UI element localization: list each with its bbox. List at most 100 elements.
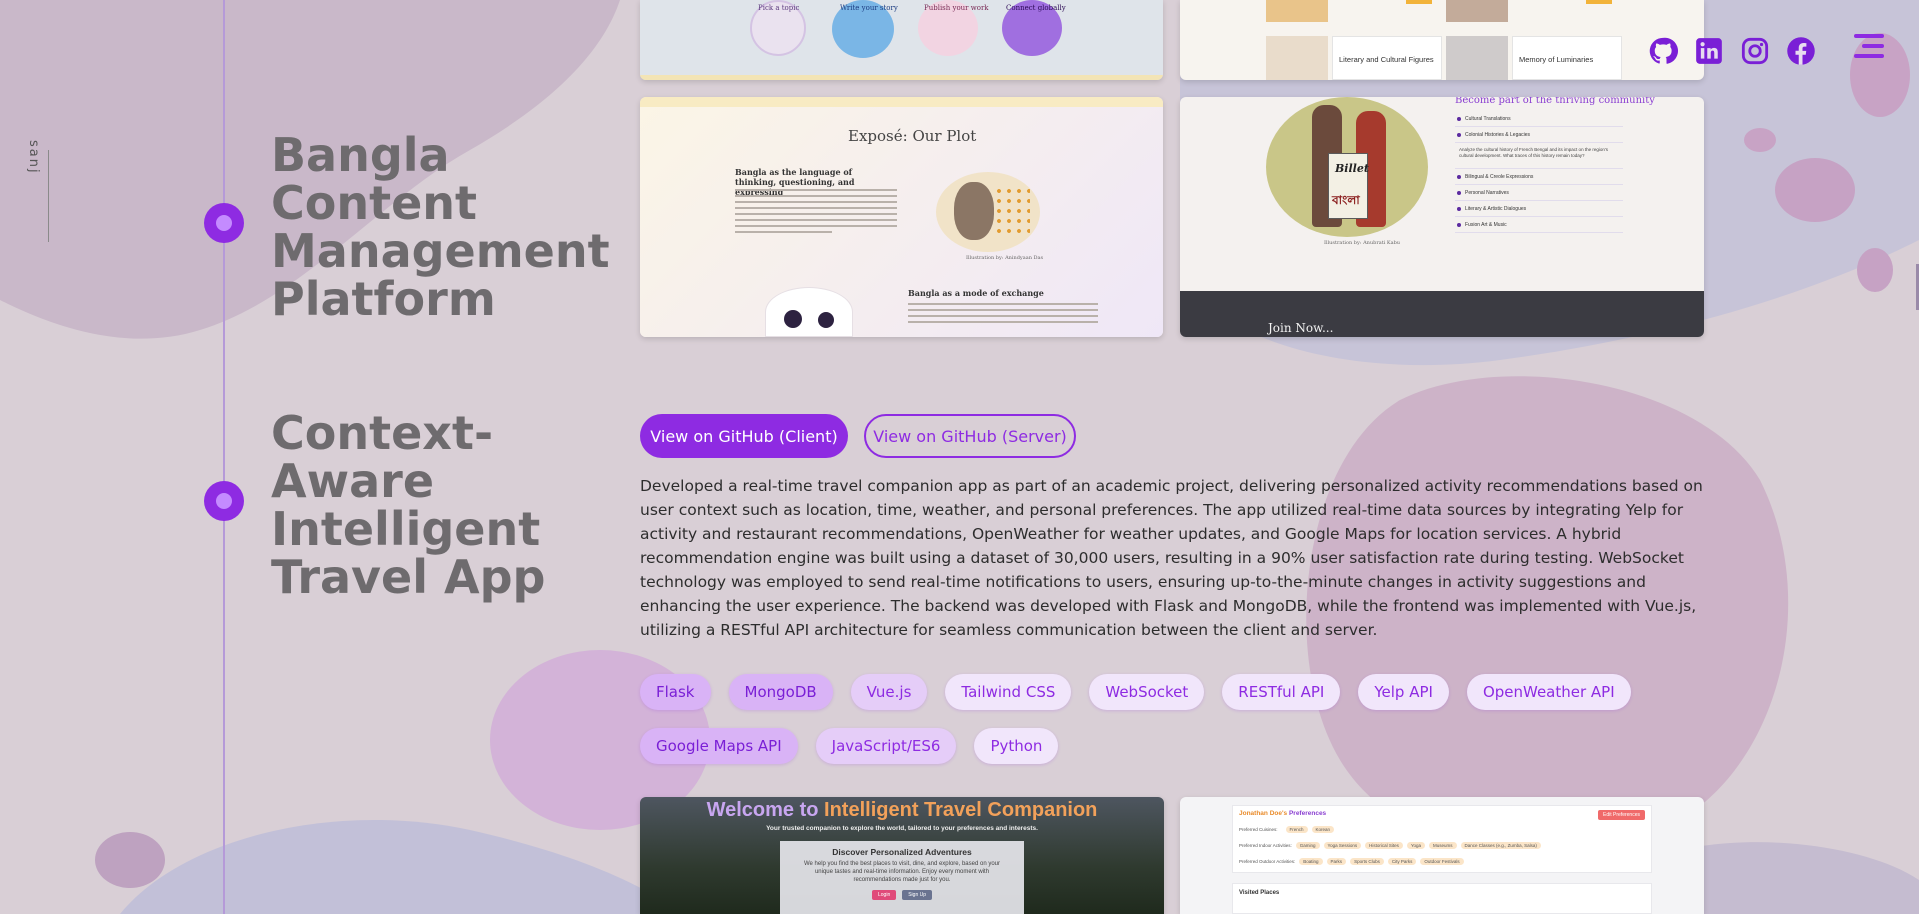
- accordion-item-label: Fusion Art & Music: [1465, 222, 1507, 228]
- screenshot-figures[interactable]: Literary and Cultural Figures Memory of …: [1180, 0, 1704, 80]
- pref-row: Preferred Cuisines: French Korean: [1239, 826, 1335, 833]
- tech-tag: Python: [974, 728, 1059, 764]
- menu-bar: [1854, 54, 1884, 58]
- text-line: [735, 225, 897, 227]
- timeline-line: [223, 0, 225, 914]
- preferences-card: Jonathan Doe's Preferences Edit Preferen…: [1232, 805, 1652, 873]
- accordion-item-label: Literary & Artistic Dialogues: [1465, 206, 1527, 212]
- preferences-owner: Jonathan Doe's: [1239, 810, 1288, 817]
- text-line: [908, 315, 1098, 317]
- logo-divider: [48, 150, 49, 242]
- visited-places-card: Visited Places: [1232, 883, 1652, 914]
- vertical-logo[interactable]: sanj: [26, 140, 41, 175]
- join-banner[interactable]: Join Now...: [1180, 291, 1704, 337]
- screenshot-expose[interactable]: Exposé: Our Plot Bangla as the language …: [640, 97, 1163, 337]
- pref-chip: Boating: [1299, 858, 1323, 865]
- edit-preferences-button[interactable]: Edit Preferences: [1598, 810, 1645, 820]
- linkedin-icon[interactable]: [1694, 36, 1724, 66]
- github-server-button[interactable]: View on GitHub (Server): [864, 414, 1076, 458]
- facebook-icon[interactable]: [1786, 36, 1816, 66]
- tech-tag: Flask: [640, 674, 711, 710]
- pref-chip: Dance Classes (e.g., Zumba, Salsa): [1460, 842, 1541, 849]
- step-label: Publish your work: [924, 4, 989, 12]
- screenshot-community[interactable]: Billet বাংলা Illustration by: Anubrati K…: [1180, 97, 1704, 337]
- card-top-border: [640, 97, 1163, 107]
- figure-thumb: [1446, 0, 1508, 22]
- preferences-label: Preferences: [1288, 810, 1327, 817]
- pref-chip: City Parks: [1387, 858, 1417, 865]
- welcome-subtitle: Your trusted companion to explore the wo…: [766, 825, 1038, 832]
- figure-card-title: Memory of Luminaries: [1519, 55, 1594, 64]
- accordion-item[interactable]: Literary & Artistic Dialogues: [1455, 201, 1623, 217]
- step-label: Write your story: [840, 4, 898, 12]
- text-line: [735, 201, 897, 203]
- bullet-icon: [1457, 223, 1461, 227]
- community-heading: Become part of the thriving community: [1455, 97, 1655, 106]
- accordion-item-label: Personal Narratives: [1465, 190, 1509, 196]
- screenshot-welcome[interactable]: Welcome to Intelligent Travel Companion …: [640, 797, 1164, 914]
- signup-button[interactable]: Sign Up: [902, 890, 933, 900]
- pref-row-label: Preferred Indoor Activities:: [1239, 843, 1292, 848]
- tech-tag: JavaScript/ES6: [815, 728, 957, 764]
- tech-tag: RESTful API: [1222, 674, 1341, 710]
- tech-tag: Yelp API: [1358, 674, 1449, 710]
- word-cloud-illustration: [765, 287, 853, 337]
- accordion-item[interactable]: Personal Narratives: [1455, 185, 1623, 201]
- bullet-icon: [1457, 207, 1461, 211]
- tech-tag: OpenWeather API: [1466, 674, 1631, 710]
- instagram-icon[interactable]: [1740, 36, 1770, 66]
- billet-bangla-text: বাংলা: [1332, 193, 1360, 207]
- welcome-heading: Welcome to Intelligent Travel Companion: [640, 799, 1164, 822]
- timeline-dot: [204, 203, 244, 243]
- pref-chip: Historical Sites: [1365, 842, 1403, 849]
- text-line: [908, 303, 1098, 305]
- figure-head: [818, 312, 834, 328]
- project-description: Developed a real-time travel companion a…: [640, 477, 1703, 639]
- auth-buttons: Login Sign Up: [780, 890, 1024, 900]
- discover-text: We help you find the best places to visi…: [803, 861, 1000, 883]
- tech-tag: MongoDB: [728, 674, 833, 710]
- accordion-content: Analyze the cultural history of French B…: [1455, 143, 1623, 169]
- github-client-button[interactable]: View on GitHub (Client): [640, 414, 848, 458]
- tech-tag: Vue.js: [850, 674, 928, 710]
- pref-row-label: Preferred Cuisines:: [1239, 827, 1278, 832]
- bullet-icon: [1457, 117, 1461, 121]
- pref-row: Preferred Outdoor Activities: Boating Pa…: [1239, 858, 1464, 865]
- screenshot-preferences[interactable]: Jonathan Doe's Preferences Edit Preferen…: [1180, 797, 1704, 914]
- pref-chip: Gaming: [1295, 842, 1320, 849]
- figure-card: Memory of Luminaries: [1512, 36, 1622, 80]
- figure-card: Literary and Cultural Figures: [1332, 36, 1442, 80]
- figure-thumb: [1266, 0, 1328, 22]
- login-button[interactable]: Login: [871, 890, 897, 900]
- tech-tag: Google Maps API: [640, 728, 798, 764]
- accordion-item[interactable]: Bilingual & Creole Expressions: [1455, 169, 1623, 185]
- screenshot-steps[interactable]: Pick a topic Write your story Publish yo…: [640, 0, 1163, 80]
- accordion-item-label: Colonial Histories & Legacies: [1465, 132, 1531, 138]
- text-line: [908, 309, 1098, 311]
- billet-text: Billet: [1335, 162, 1369, 175]
- menu-bar: [1862, 44, 1884, 48]
- figure-thumb: [1266, 36, 1328, 80]
- portrait-shape: [954, 182, 994, 240]
- accordion-item[interactable]: Cultural Translations: [1455, 111, 1623, 127]
- pref-chip: Korean: [1311, 826, 1335, 833]
- accordion-item[interactable]: Fusion Art & Music: [1455, 217, 1623, 233]
- welcome-prefix: Welcome to: [706, 799, 819, 821]
- figure-tag: [1586, 0, 1612, 4]
- accordion-item[interactable]: Colonial Histories & Legacies: [1455, 127, 1623, 143]
- bullet-icon: [1457, 191, 1461, 195]
- preferences-title: Jonathan Doe's Preferences: [1239, 810, 1326, 817]
- expose-text-block: [908, 303, 1098, 333]
- pref-chip: French: [1285, 826, 1308, 833]
- figure-card-title: Literary and Cultural Figures: [1339, 55, 1434, 64]
- text-line: [735, 207, 897, 209]
- tech-tag: WebSocket: [1089, 674, 1205, 710]
- join-text: Join Now...: [1268, 321, 1334, 335]
- pref-chip: Parks: [1326, 858, 1347, 865]
- hamburger-menu-button[interactable]: [1854, 34, 1884, 62]
- billet-illustration: Billet বাংলা: [1266, 97, 1428, 237]
- text-line: [735, 213, 897, 215]
- github-icon[interactable]: [1648, 36, 1678, 66]
- tech-tag: Tailwind CSS: [945, 674, 1072, 710]
- accordion-item-label: Cultural Translations: [1465, 116, 1511, 122]
